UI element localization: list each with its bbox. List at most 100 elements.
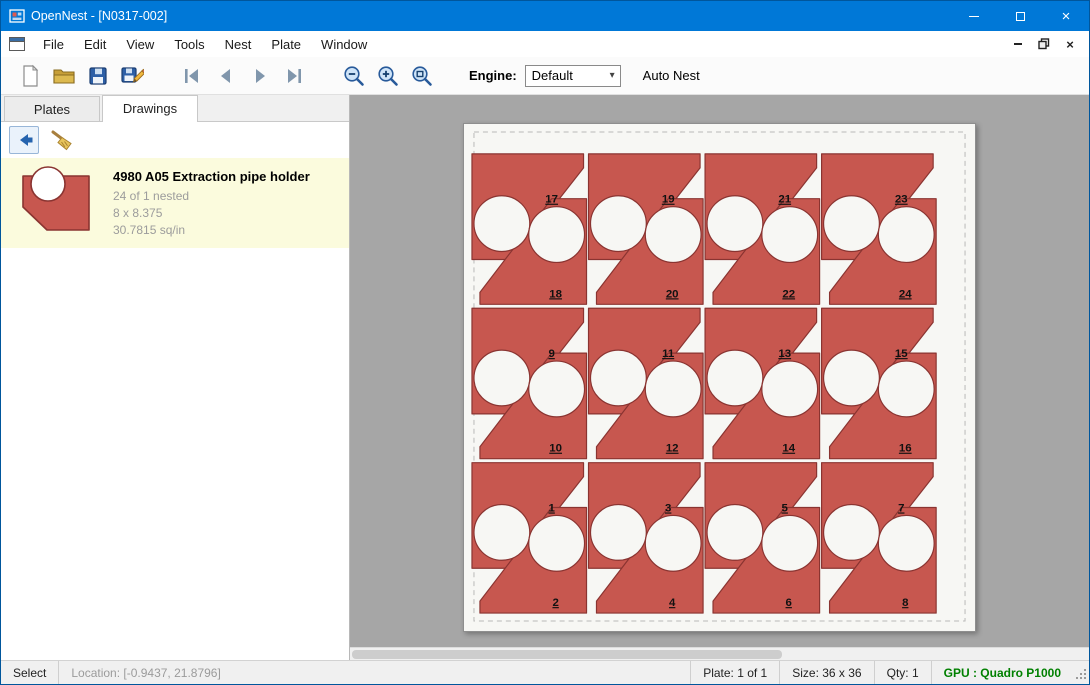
pipe-hole-cutout	[762, 361, 818, 417]
status-qty: Qty: 1	[874, 661, 931, 684]
part-number-label: 17	[545, 194, 558, 206]
menu-nest[interactable]: Nest	[215, 33, 262, 56]
auto-nest-button[interactable]: Auto Nest	[643, 68, 700, 83]
nested-pair[interactable]: 1516	[822, 308, 937, 458]
save-button[interactable]	[81, 60, 115, 92]
drawings-toolbar	[1, 122, 349, 158]
zoom-in-button[interactable]	[371, 60, 405, 92]
close-button[interactable]: ×	[1043, 1, 1089, 31]
nested-pair[interactable]: 78	[822, 463, 937, 613]
maximize-button[interactable]	[997, 1, 1043, 31]
nested-parts-layer: 171819202122232491011121314151612345678	[472, 154, 936, 613]
tab-plates[interactable]: Plates	[4, 96, 100, 121]
scrollbar-thumb[interactable]	[352, 650, 782, 659]
mdi-close-button[interactable]: ×	[1057, 34, 1083, 54]
pipe-hole-cutout	[591, 350, 647, 406]
left-panel: Plates Drawings	[1, 95, 350, 660]
nested-pair[interactable]: 1314	[705, 308, 820, 458]
child-window-icon[interactable]	[9, 37, 25, 51]
nested-pair[interactable]: 34	[589, 463, 704, 613]
blue-arrow-left-icon	[14, 131, 34, 149]
pipe-hole-cutout	[474, 504, 530, 560]
part-number-label: 1	[548, 502, 555, 514]
save-icon	[87, 65, 109, 87]
plate[interactable]: 171819202122232491011121314151612345678	[463, 123, 976, 632]
mdi-minimize-button[interactable]	[1005, 34, 1031, 54]
menu-edit[interactable]: Edit	[74, 33, 116, 56]
pipe-hole-cutout	[529, 207, 585, 263]
open-button[interactable]	[47, 60, 81, 92]
zoom-in-icon	[377, 65, 399, 87]
go-first-button[interactable]	[175, 60, 209, 92]
part-thumbnail	[9, 164, 103, 242]
nesting-canvas[interactable]: 171819202122232491011121314151612345678	[350, 95, 1089, 660]
part-number-label: 7	[898, 502, 904, 514]
pipe-hole-cutout	[474, 350, 530, 406]
part-number-label: 5	[782, 502, 789, 514]
go-next-button[interactable]	[243, 60, 277, 92]
minimize-icon	[969, 16, 979, 17]
part-number-label: 8	[902, 597, 909, 609]
part-number-label: 16	[899, 443, 912, 455]
engine-select[interactable]: Default ▾	[525, 65, 621, 87]
pipe-hole-cutout	[878, 515, 934, 571]
nested-pair[interactable]: 56	[705, 463, 820, 613]
menubar: File Edit View Tools Nest Plate Window ×	[1, 31, 1089, 57]
main-toolbar: Engine: Default ▾ Auto Nest	[1, 57, 1089, 95]
pipe-hole-cutout	[591, 196, 647, 252]
go-next-icon	[249, 67, 271, 85]
nested-pair[interactable]: 2324	[822, 154, 937, 304]
tab-drawings[interactable]: Drawings	[102, 95, 198, 122]
mdi-restore-button[interactable]	[1031, 34, 1057, 54]
pipe-hole-cutout	[824, 350, 880, 406]
drawing-nested-count: 24 of 1 nested	[113, 188, 310, 205]
nested-pair[interactable]: 910	[472, 308, 587, 458]
list-item-drawing[interactable]: 4980 A05 Extraction pipe holder 24 of 1 …	[1, 158, 349, 248]
pipe-hole-cutout	[762, 515, 818, 571]
new-document-button[interactable]	[13, 60, 47, 92]
go-previous-icon	[215, 67, 237, 85]
part-number-label: 14	[782, 443, 795, 455]
horizontal-scrollbar[interactable]	[350, 647, 1089, 660]
pipe-hole-cutout	[529, 515, 585, 571]
status-gpu: GPU : Quadro P1000	[931, 661, 1073, 684]
nested-pair[interactable]: 1920	[589, 154, 704, 304]
menu-tools[interactable]: Tools	[164, 33, 214, 56]
drawing-size: 8 x 8.375	[113, 205, 310, 222]
status-location: Location: [-0.9437, 21.8796]	[58, 661, 232, 684]
part-number-label: 12	[666, 443, 679, 455]
panel-tabstrip: Plates Drawings	[1, 95, 349, 122]
nested-pair[interactable]: 2122	[705, 154, 820, 304]
go-first-icon	[181, 67, 203, 85]
zoom-out-button[interactable]	[337, 60, 371, 92]
menu-plate[interactable]: Plate	[261, 33, 311, 56]
menu-window[interactable]: Window	[311, 33, 377, 56]
pipe-hole-cutout	[762, 207, 818, 263]
resize-grip[interactable]	[1073, 666, 1087, 680]
drawing-list: 4980 A05 Extraction pipe holder 24 of 1 …	[1, 158, 349, 660]
zoom-fit-button[interactable]	[405, 60, 439, 92]
pipe-hole-cutout	[645, 361, 701, 417]
pipe-hole-cutout	[529, 361, 585, 417]
part-number-label: 22	[782, 288, 795, 300]
send-to-plate-button[interactable]	[9, 126, 39, 154]
pipe-hole-cutout	[707, 196, 763, 252]
nested-pair[interactable]: 1112	[589, 308, 704, 458]
new-document-icon	[20, 64, 40, 88]
statusbar: Select Location: [-0.9437, 21.8796] Plat…	[1, 660, 1089, 684]
nested-pair[interactable]: 12	[472, 463, 587, 613]
plate-svg[interactable]: 171819202122232491011121314151612345678	[464, 124, 975, 631]
menu-view[interactable]: View	[116, 33, 164, 56]
minimize-button[interactable]	[951, 1, 997, 31]
go-previous-button[interactable]	[209, 60, 243, 92]
pipe-hole-cutout	[878, 361, 934, 417]
go-last-button[interactable]	[277, 60, 311, 92]
titlebar[interactable]: OpenNest - [N0317-002] ×	[1, 1, 1089, 31]
clean-button[interactable]	[47, 126, 77, 154]
nested-pair[interactable]: 1718	[472, 154, 587, 304]
window-title: OpenNest - [N0317-002]	[31, 9, 167, 23]
engine-label: Engine:	[469, 68, 517, 83]
save-edit-button[interactable]	[115, 60, 149, 92]
broom-icon	[50, 129, 74, 151]
menu-file[interactable]: File	[33, 33, 74, 56]
